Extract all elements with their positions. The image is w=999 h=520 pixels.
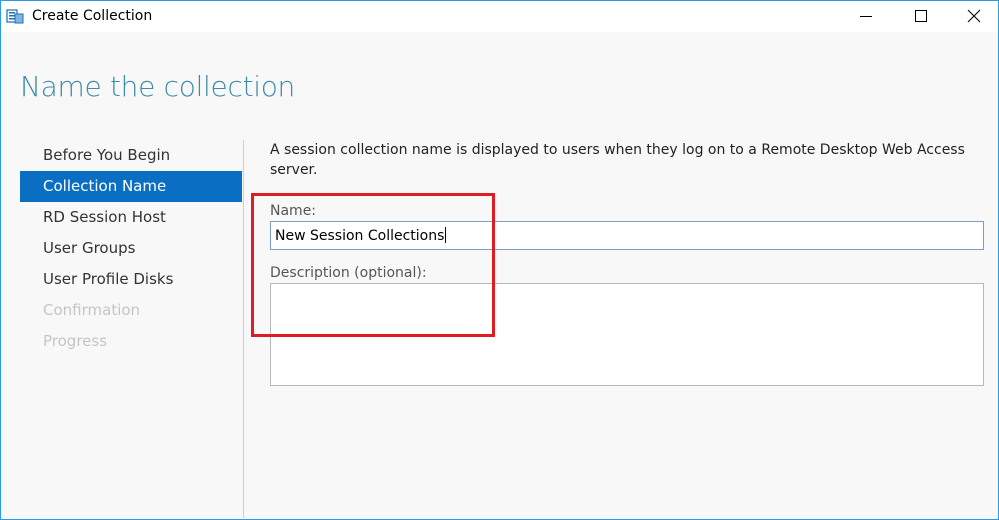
nav-item-user-groups[interactable]: User Groups bbox=[20, 233, 242, 264]
create-collection-window: Create Collection Name the collection Be… bbox=[0, 0, 999, 520]
nav-item-before-you-begin[interactable]: Before You Begin bbox=[20, 140, 242, 171]
nav-item-progress: Progress bbox=[43, 332, 108, 350]
maximize-button[interactable] bbox=[898, 1, 944, 32]
close-button[interactable] bbox=[951, 1, 997, 32]
maximize-icon bbox=[915, 10, 927, 22]
minimize-button[interactable] bbox=[843, 1, 889, 32]
nav-divider bbox=[243, 140, 244, 518]
nav-item-rd-session-host[interactable]: RD Session Host bbox=[20, 202, 242, 233]
server-collection-icon bbox=[6, 7, 24, 25]
window-title: Create Collection bbox=[32, 8, 153, 24]
nav-item-user-profile-disks[interactable]: User Profile Disks bbox=[20, 264, 242, 295]
page-title: Name the collection bbox=[20, 70, 295, 103]
minimize-icon bbox=[860, 16, 872, 17]
wizard-navigation: Before You Begin Collection Name RD Sess… bbox=[20, 140, 242, 357]
nav-item-confirmation: Confirmation bbox=[43, 301, 141, 319]
close-icon bbox=[967, 9, 981, 23]
nav-item-collection-name[interactable]: Collection Name bbox=[20, 171, 242, 202]
page-description: A session collection name is displayed t… bbox=[270, 142, 965, 178]
annotation-highlight-box bbox=[251, 193, 495, 337]
title-bar[interactable]: Create Collection bbox=[1, 1, 998, 32]
